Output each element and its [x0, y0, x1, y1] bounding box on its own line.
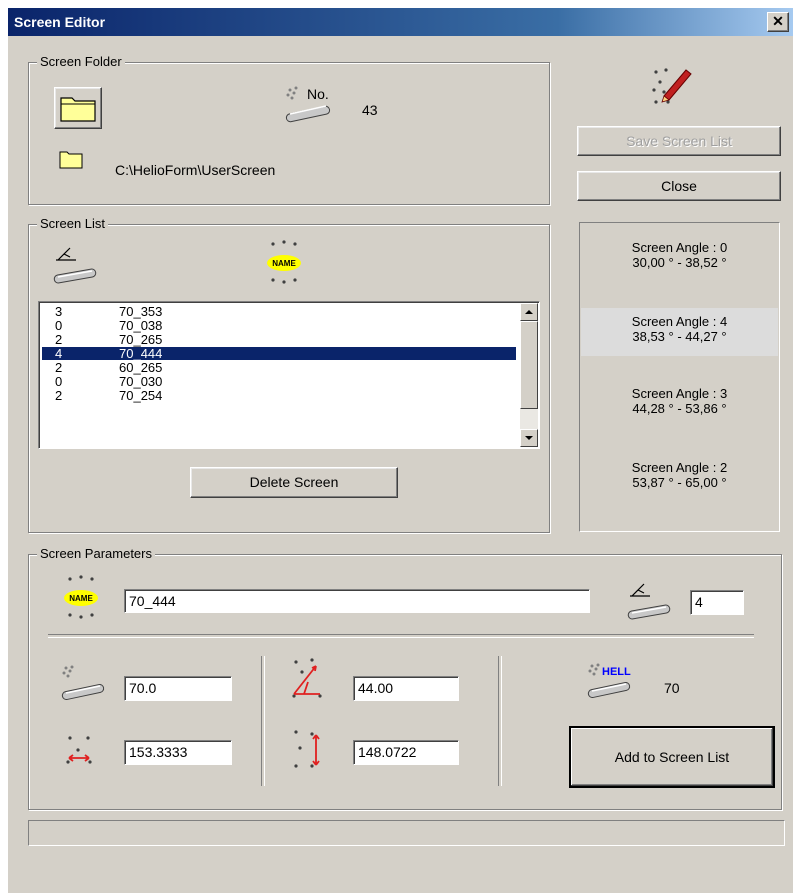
title-bar: Screen Editor ✕: [8, 8, 793, 36]
vertical-spacing-input[interactable]: 148.0722: [353, 740, 459, 765]
scroll-down-button[interactable]: [520, 429, 538, 447]
angle-column-icon: [53, 247, 97, 284]
list-item[interactable]: 0 70_038: [42, 319, 516, 332]
list-item-name: 60_265: [119, 360, 163, 375]
screen-editor-window: Screen Editor ✕ Screen Folder No. 43 C:\…: [8, 8, 793, 893]
vertical-spacing-icon: [294, 730, 320, 768]
name-badge-text: NAME: [272, 259, 296, 268]
list-item-angle: 0: [55, 318, 63, 333]
list-item[interactable]: 2 70_254: [42, 389, 516, 402]
angle-item: Screen Angle : 0 30,00 ° - 38,52 °: [581, 240, 778, 270]
arrow-down-icon: [525, 436, 533, 440]
folder-icon: [60, 97, 96, 122]
angle-item: Screen Angle : 2 53,87 ° - 65,00 °: [581, 460, 778, 490]
screen-angle-panel: Screen Angle : 0 30,00 ° - 38,52 ° Scree…: [579, 222, 780, 532]
parameters-vertical-divider-1: [261, 656, 265, 786]
screen-list-legend: Screen List: [37, 216, 109, 232]
angle-range: 53,87 ° - 65,00 °: [632, 475, 727, 490]
screen-number-value: 43: [362, 102, 378, 118]
angle-label: Screen Angle : 2: [631, 460, 728, 475]
add-to-screen-list-button[interactable]: Add to Screen List: [569, 726, 775, 788]
screen-name-icon: NAME: [64, 575, 98, 619]
list-item[interactable]: 3 70_353: [42, 305, 516, 318]
hell-icon: HELL: [587, 663, 631, 699]
hell-label: HELL: [602, 666, 631, 678]
screen-angle-icon: [627, 583, 671, 620]
angle-label: Screen Angle : 3: [631, 386, 728, 401]
angle-range: 38,53 ° - 44,27 °: [632, 329, 727, 344]
folder-path: C:\HelioForm\UserScreen: [115, 162, 276, 178]
screen-degree-icon: [292, 658, 322, 698]
folder-path-icon: [59, 151, 83, 169]
list-item-name: 70_444: [119, 346, 163, 361]
save-screen-list-button[interactable]: Save Screen List: [577, 126, 781, 156]
angle-range: 30,00 ° - 38,52 °: [632, 255, 727, 270]
horizontal-spacing-icon: [66, 736, 92, 764]
lpi-icon: [61, 665, 105, 701]
scroll-up-button[interactable]: [520, 303, 538, 321]
name-badge-text: NAME: [69, 594, 93, 603]
horizontal-spacing-input[interactable]: 153.3333: [124, 740, 232, 765]
screen-list-box[interactable]: 3 70_353 0 70_038 2 70_265 4 70_444 2 60_265 …: [38, 301, 540, 449]
window-close-button[interactable]: ✕: [767, 12, 789, 32]
list-item-name: 70_265: [119, 332, 163, 347]
delete-screen-button[interactable]: Delete Screen: [190, 467, 398, 498]
list-item[interactable]: 2 70_265: [42, 333, 516, 346]
list-item[interactable]: 2 60_265: [42, 361, 516, 374]
angle-item-highlighted: Screen Angle : 4 38,53 ° - 44,27 °: [581, 308, 778, 356]
scroll-thumb[interactable]: [520, 321, 538, 409]
angle-item: Screen Angle : 3 44,28 ° - 53,86 °: [581, 386, 778, 416]
list-item-name: 70_353: [119, 304, 163, 319]
close-button[interactable]: Close: [577, 171, 781, 201]
screen-parameters-legend: Screen Parameters: [37, 546, 155, 562]
list-item-angle: 4: [55, 346, 63, 361]
status-bar: [28, 820, 785, 846]
screen-degree-input[interactable]: 44.00: [353, 676, 459, 701]
list-item-name: 70_030: [119, 374, 163, 389]
edit-screen-icon: [652, 68, 692, 104]
open-folder-button[interactable]: [54, 87, 102, 129]
list-item-name: 70_038: [119, 318, 163, 333]
list-item-angle: 2: [55, 332, 63, 347]
screen-folder-legend: Screen Folder: [37, 54, 125, 70]
angle-label: Screen Angle : 4: [631, 314, 728, 329]
lpi-input[interactable]: 70.0: [124, 676, 232, 701]
list-item-name: 70_254: [119, 388, 163, 403]
window-title: Screen Editor: [14, 14, 106, 30]
screen-number-label: No.: [307, 86, 329, 102]
list-scrollbar[interactable]: [520, 303, 538, 447]
screen-angle-input[interactable]: 4: [690, 590, 744, 615]
screen-name-input[interactable]: 70_444: [124, 589, 590, 613]
list-item[interactable]: 0 70_030: [42, 375, 516, 388]
list-item-angle: 2: [55, 388, 63, 403]
parameters-vertical-divider-2: [498, 656, 502, 786]
parameters-divider: [48, 634, 754, 638]
list-item-selected[interactable]: 4 70_444: [42, 347, 516, 360]
arrow-up-icon: [525, 310, 533, 314]
list-item-angle: 2: [55, 360, 63, 375]
angle-label: Screen Angle : 0: [631, 240, 728, 255]
hell-value: 70: [664, 680, 680, 696]
list-item-angle: 3: [55, 304, 63, 319]
name-column-icon: NAME: [267, 240, 301, 284]
angle-range: 44,28 ° - 53,86 °: [632, 401, 727, 416]
list-item-angle: 0: [55, 374, 63, 389]
